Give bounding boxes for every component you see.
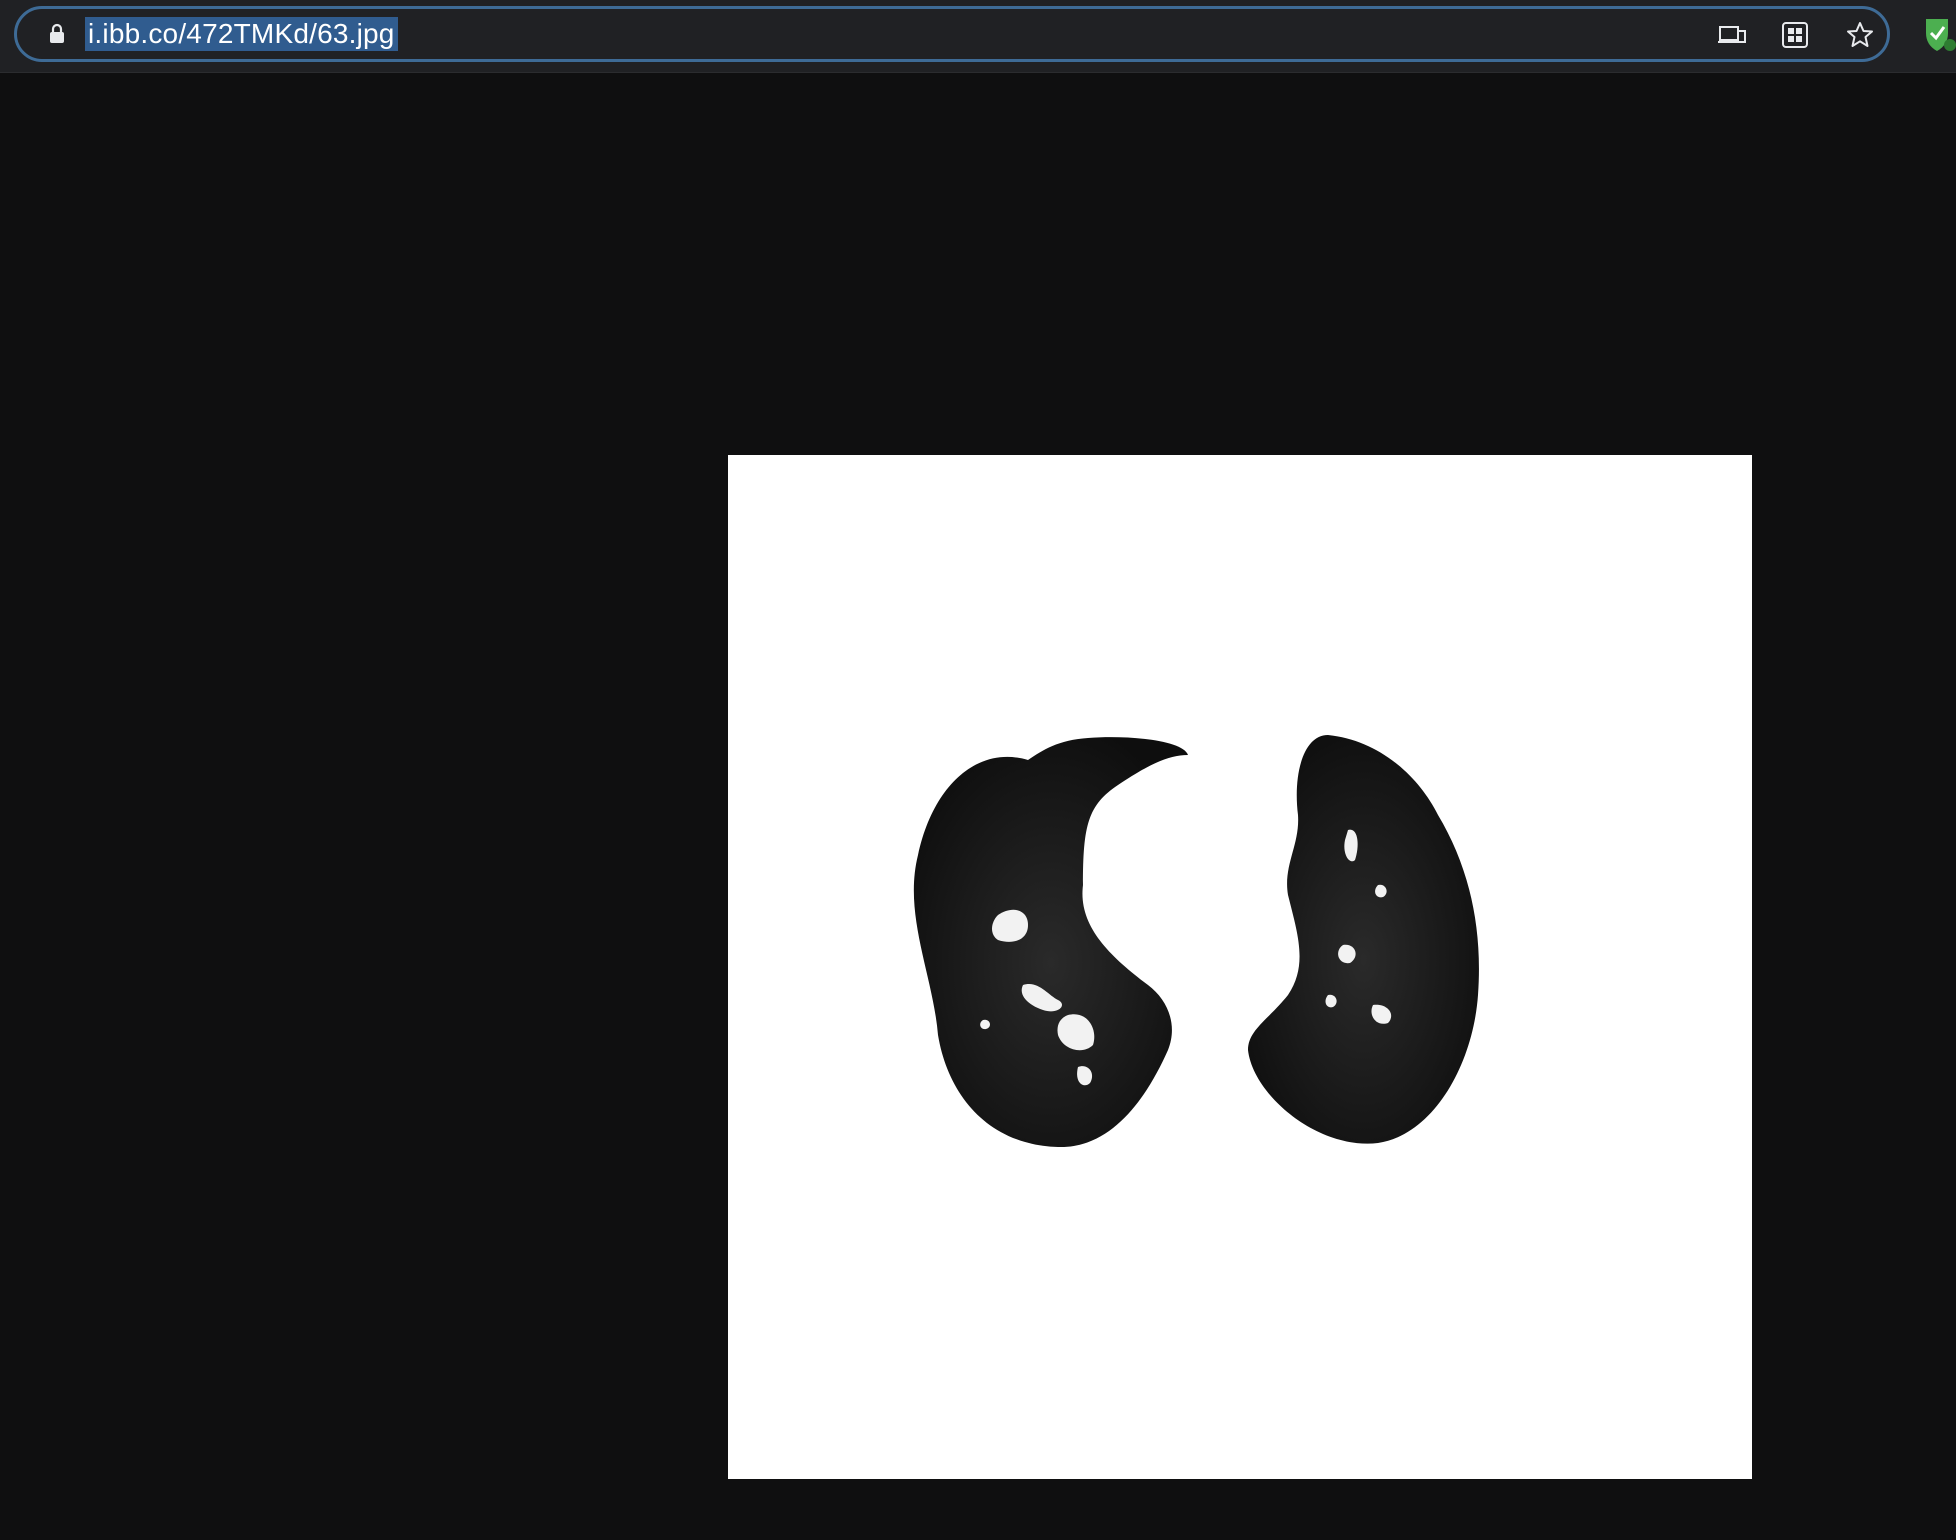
shield-check-icon[interactable] [1922, 15, 1956, 53]
lock-icon[interactable] [45, 22, 69, 46]
browser-toolbar: i.ibb.co/472TMKd/63.jpg [0, 0, 1956, 73]
right-lung [1248, 735, 1479, 1144]
left-lung [913, 737, 1188, 1148]
bookmark-star-icon[interactable] [1845, 20, 1875, 50]
cast-device-icon[interactable] [1717, 20, 1747, 50]
page-viewport [0, 73, 1956, 1540]
qr-code-icon[interactable] [1780, 20, 1810, 50]
address-bar-url[interactable]: i.ibb.co/472TMKd/63.jpg [85, 17, 398, 51]
address-bar[interactable]: i.ibb.co/472TMKd/63.jpg [14, 6, 1890, 62]
ct-lung-scan-image[interactable] [728, 455, 1752, 1479]
lung-mask-graphic [913, 735, 1479, 1148]
